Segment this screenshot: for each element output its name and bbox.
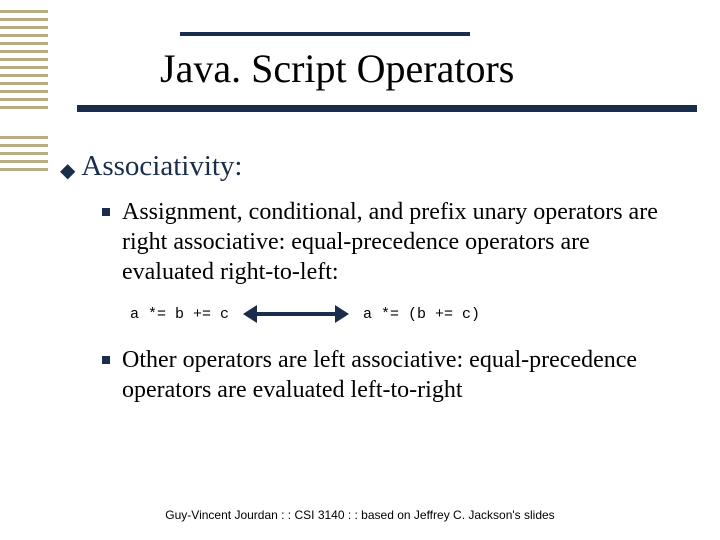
bullet-level-1: ◆ Associativity:	[60, 150, 680, 183]
sub-bullet-1: Assignment, conditional, and prefix unar…	[102, 197, 680, 287]
diamond-bullet-icon: ◆	[60, 161, 75, 181]
decorative-stripes-top	[0, 10, 48, 109]
slide-title: Java. Script Operators	[160, 45, 514, 92]
title-rule-bottom	[77, 105, 697, 112]
square-bullet-icon	[102, 208, 110, 216]
code-right: a *= (b += c)	[363, 306, 480, 323]
title-rule-top	[180, 32, 470, 36]
slide-footer: Guy-Vincent Jourdan : : CSI 3140 : : bas…	[0, 508, 720, 522]
sub-bullet-text: Assignment, conditional, and prefix unar…	[122, 197, 680, 287]
code-left: a *= b += c	[130, 306, 229, 323]
bullet-heading: Associativity:	[81, 150, 242, 183]
double-arrow-icon	[243, 305, 349, 323]
slide-content: ◆ Associativity: Assignment, conditional…	[60, 150, 680, 421]
code-equivalence-diagram: a *= b += c a *= (b += c)	[130, 305, 680, 323]
sub-bullet-text: Other operators are left associative: eq…	[122, 345, 680, 405]
decorative-stripes-bottom	[0, 136, 48, 171]
sub-bullet-2: Other operators are left associative: eq…	[102, 345, 680, 405]
square-bullet-icon	[102, 356, 110, 364]
